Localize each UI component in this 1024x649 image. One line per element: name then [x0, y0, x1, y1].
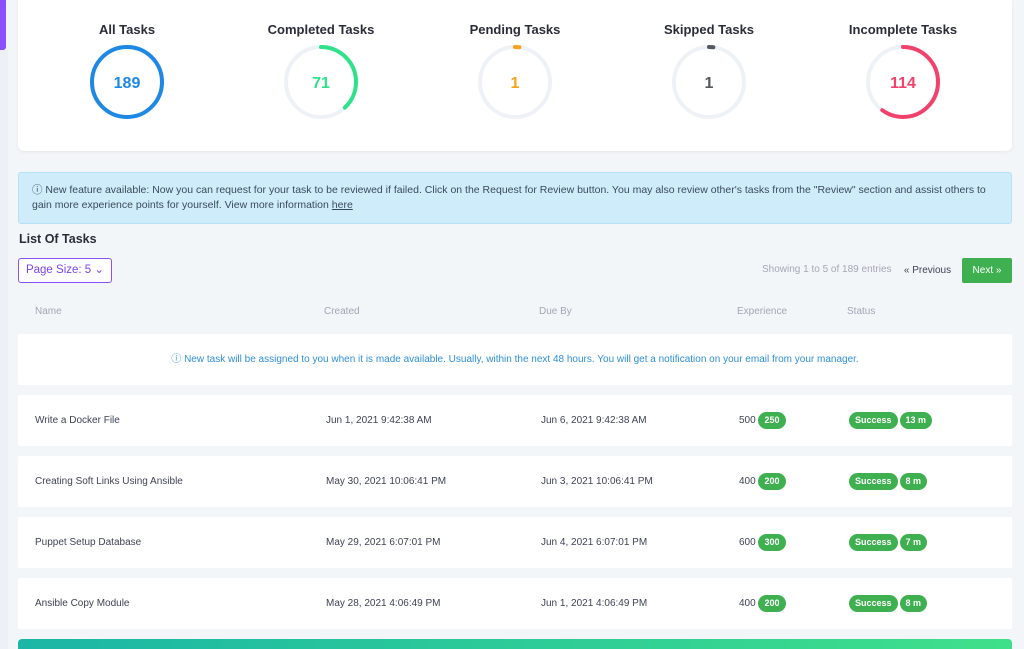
task-experience: 400 200: [739, 578, 786, 629]
task-created: May 28, 2021 4:06:49 PM: [326, 598, 441, 609]
column-header-created[interactable]: Created: [324, 306, 360, 317]
duration-badge: 8 m: [899, 594, 928, 612]
task-due: Jun 3, 2021 10:06:41 PM: [541, 476, 653, 487]
task-name[interactable]: Puppet Setup Database: [35, 517, 141, 568]
task-status: Success 13 m: [849, 395, 934, 446]
stat-title: Incomplete Tasks: [848, 22, 958, 37]
alert-text: ⓘ New feature available: Now you can req…: [32, 184, 986, 211]
stat-value: 1: [704, 75, 714, 92]
stat-value: 189: [113, 75, 141, 92]
stat-title: All Tasks: [98, 22, 156, 37]
task-status: Success 8 m: [849, 456, 929, 507]
task-created: May 29, 2021 6:07:01 PM: [326, 537, 441, 548]
task-created: Jun 1, 2021 9:42:38 AM: [326, 415, 432, 426]
task-due: Jun 4, 2021 6:07:01 PM: [541, 537, 648, 548]
stat-value: 114: [890, 75, 916, 92]
entries-info: Showing 1 to 5 of 189 entries: [762, 264, 892, 275]
section-title: List Of Tasks: [19, 232, 97, 246]
stat-title: Skipped Tasks: [663, 22, 755, 37]
table-row[interactable]: Creating Soft Links Using Ansible May 30…: [18, 456, 1012, 507]
task-experience: 500 250: [739, 395, 786, 446]
duration-badge: 13 m: [899, 411, 933, 429]
status-badge: Success: [849, 472, 898, 490]
table-row[interactable]: Puppet Setup Database May 29, 2021 6:07:…: [18, 517, 1012, 568]
page-size-dropdown[interactable]: Page Size: 5 ⌄: [18, 258, 112, 283]
sidebar-accent: [0, 0, 6, 50]
experience-badge: 200: [758, 472, 786, 490]
stat-title: Completed Tasks: [267, 22, 375, 37]
sidebar-strip: [0, 50, 8, 649]
experience-badge: 300: [758, 533, 786, 551]
task-status: Success 8 m: [849, 578, 929, 629]
column-header-name[interactable]: Name: [35, 306, 62, 317]
task-experience: 600 300: [739, 517, 786, 568]
experience-value: 600: [739, 537, 756, 548]
new-task-notice: ⓘ New task will be assigned to you when …: [18, 334, 1012, 385]
task-stats-card: All Tasks 189 Completed Tasks 71 Pending…: [18, 0, 1012, 151]
duration-badge: 7 m: [899, 533, 928, 551]
status-badge: Success: [849, 533, 898, 551]
status-badge: Success: [849, 411, 898, 429]
table-row[interactable]: Write a Docker File Jun 1, 2021 9:42:38 …: [18, 395, 1012, 446]
experience-value: 500: [739, 415, 756, 426]
experience-badge: 250: [758, 411, 786, 429]
stat-title: Pending Tasks: [469, 22, 561, 37]
previous-page-button[interactable]: « Previous: [894, 258, 961, 283]
next-page-button[interactable]: Next »: [962, 258, 1012, 283]
experience-value: 400: [739, 476, 756, 487]
column-header-status[interactable]: Status: [847, 306, 875, 317]
duration-badge: 8 m: [899, 472, 928, 490]
table-row[interactable]: Ansible Copy Module May 28, 2021 4:06:49…: [18, 578, 1012, 629]
feature-alert: ⓘ New feature available: Now you can req…: [18, 172, 1012, 224]
stat-value: 71: [312, 75, 330, 92]
experience-value: 400: [739, 598, 756, 609]
task-experience: 400 200: [739, 456, 786, 507]
column-header-experience[interactable]: Experience: [737, 306, 787, 317]
stat-value: 1: [510, 75, 520, 92]
experience-badge: 200: [758, 594, 786, 612]
task-due: Jun 1, 2021 4:06:49 PM: [541, 598, 648, 609]
task-name[interactable]: Write a Docker File: [35, 395, 120, 446]
task-created: May 30, 2021 10:06:41 PM: [326, 476, 447, 487]
status-badge: Success: [849, 594, 898, 612]
next-card-edge: [18, 639, 1012, 649]
task-name[interactable]: Ansible Copy Module: [35, 578, 130, 629]
column-header-due-by[interactable]: Due By: [539, 306, 572, 317]
task-due: Jun 6, 2021 9:42:38 AM: [541, 415, 647, 426]
task-name[interactable]: Creating Soft Links Using Ansible: [35, 456, 183, 507]
task-status: Success 7 m: [849, 517, 929, 568]
alert-more-info-link[interactable]: here: [332, 199, 353, 211]
